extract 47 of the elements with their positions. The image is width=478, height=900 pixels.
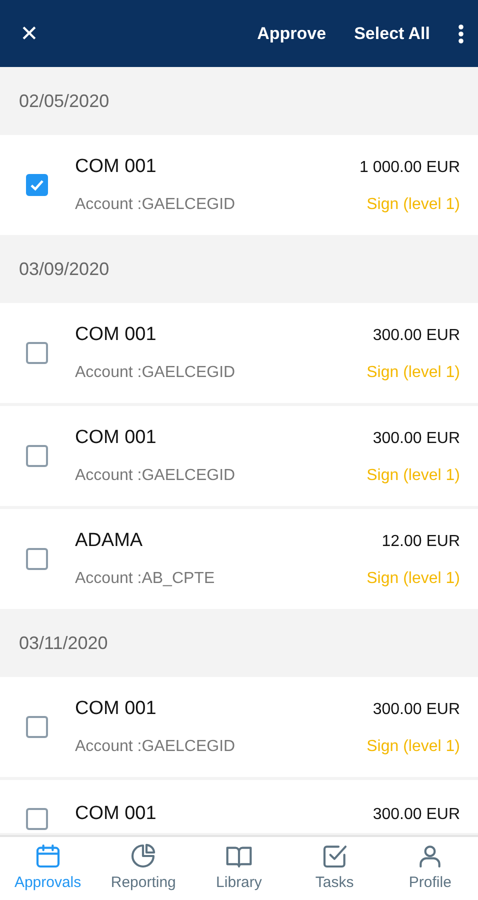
list-item-card[interactable]: COM 001 300.00 EUR Account :GAELCEGID Sign (level 1) (0, 406, 478, 506)
status-label: Sign (level 1) (366, 363, 460, 384)
account-label: Account :AB_CPTE (75, 569, 215, 590)
status-label: Sign (level 1) (366, 737, 460, 758)
select-all-button[interactable]: Select All (354, 16, 430, 50)
amount: 300.00 EUR (372, 326, 460, 346)
pie-chart-icon (129, 842, 158, 870)
account-label: Account :GAELCEGID (75, 466, 236, 486)
checkbox[interactable] (26, 445, 48, 467)
nav-tab[interactable]: Profile (382, 837, 478, 900)
list-item-card[interactable]: COM 001 300.00 EUR Account :GAELCEGID Sign (level 1) (0, 677, 478, 777)
checkbox[interactable] (26, 342, 48, 364)
status-label: Sign (level 1) (366, 195, 460, 216)
account-label: Account :GAELCEGID (75, 363, 236, 384)
close-button[interactable]: ✕ (20, 13, 38, 54)
date-header: 03/09/2020 (18, 258, 110, 280)
amount: 300.00 EUR (372, 805, 460, 825)
status-label: Sign (level 1) (366, 466, 460, 486)
status-label: Sign (level 1) (366, 569, 460, 590)
checkmark-icon (30, 179, 44, 191)
account-label: Account :GAELCEGID (75, 737, 236, 758)
nav-tab[interactable]: Reporting (96, 837, 192, 900)
list-item-card[interactable]: COM 001 300.00 EUR (0, 780, 478, 833)
amount: 12.00 EUR (382, 532, 460, 552)
list-item-card[interactable]: ADAMA 12.00 EUR Account :AB_CPTE Sign (level 1) (0, 509, 478, 609)
item-name: COM 001 (75, 154, 156, 179)
date-header: 03/11/2020 (18, 632, 109, 654)
checkbox[interactable] (26, 808, 48, 830)
checkbox[interactable] (26, 716, 48, 738)
approve-button[interactable]: Approve (257, 16, 326, 50)
amount: 1 000.00 EUR (359, 158, 460, 178)
item-name: ADAMA (75, 528, 143, 553)
checkbox[interactable] (26, 174, 48, 196)
item-name: COM 001 (75, 426, 156, 450)
list-item-card[interactable]: COM 001 1 000.00 EUR Account :GAELCEGID Sign (level 1) (0, 135, 478, 235)
nav-tab[interactable]: Library (191, 837, 287, 900)
date-header: 02/05/2020 (18, 90, 110, 112)
amount: 300.00 EUR (372, 428, 460, 449)
account-label: Account :GAELCEGID (75, 195, 236, 216)
item-name: COM 001 (75, 322, 156, 347)
item-name: COM 001 (75, 802, 156, 826)
calendar-icon (34, 842, 62, 870)
list-item-card[interactable]: COM 001 300.00 EUR Account :GAELCEGID Sign (level 1) (0, 303, 478, 403)
nav-tab[interactable]: Tasks (286, 837, 382, 900)
amount: 300.00 EUR (372, 700, 460, 720)
item-name: COM 001 (75, 696, 156, 721)
checkbox[interactable] (26, 548, 48, 570)
